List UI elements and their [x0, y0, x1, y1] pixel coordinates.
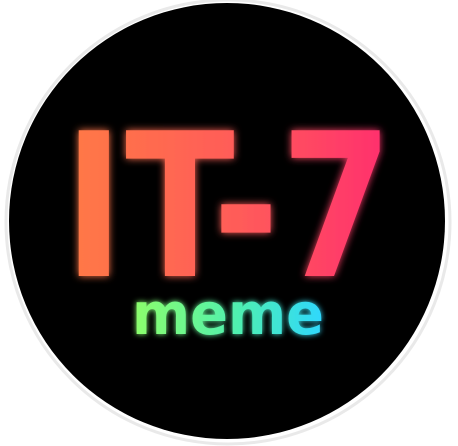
logo-image: IT-7 meme: [4, 0, 452, 446]
sub-logo-text: meme: [132, 280, 324, 348]
logo-container: IT-7 meme: [0, 0, 458, 446]
